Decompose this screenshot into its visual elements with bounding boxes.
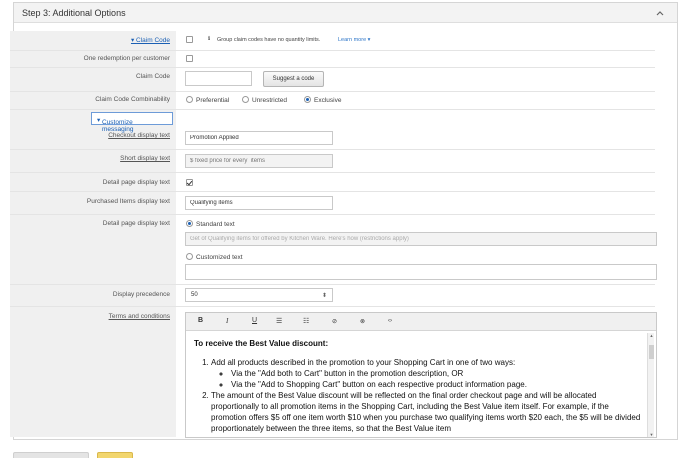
display-precedence-label: Display precedence: [112, 291, 170, 298]
claim-code-label: Claim Code: [136, 73, 170, 80]
radio-unrestricted[interactable]: [242, 96, 249, 103]
display-precedence-select[interactable]: 50 ⬍: [185, 288, 333, 302]
chevron-up-icon[interactable]: [655, 8, 665, 18]
terms-heading: To receive the Best Value discount:: [194, 339, 329, 348]
detail-page-display-label: Detail page display text: [102, 220, 170, 227]
combinability-label: Claim Code Combinability: [95, 96, 170, 103]
underline-button[interactable]: U: [252, 317, 257, 324]
short-display-input[interactable]: [185, 154, 333, 168]
bold-button[interactable]: B: [198, 317, 203, 324]
learn-more-link[interactable]: Learn more ▾: [338, 37, 370, 43]
divider: [10, 149, 655, 150]
editor-toolbar: B I U ☰ ☷ ⊘ ⊗ ‹›: [186, 313, 656, 331]
terms-subitem: Via the "Add both to Cart" button in the…: [231, 368, 644, 379]
link-icon[interactable]: ⊘: [332, 318, 337, 325]
customized-text-label: Customized text: [196, 254, 243, 261]
claim-code-checkbox[interactable]: [186, 36, 193, 43]
terms-editor[interactable]: B I U ☰ ☷ ⊘ ⊗ ‹› To receive the Best Val…: [185, 312, 657, 438]
standard-text-input: [185, 232, 657, 246]
divider: [10, 67, 655, 68]
ordered-list-icon[interactable]: ☰: [276, 317, 282, 325]
checkout-display-label: Checkout display text: [108, 132, 170, 139]
claim-code-toggle-label[interactable]: ▾ Claim Code: [10, 36, 170, 44]
divider: [10, 214, 655, 215]
customized-text-input[interactable]: [185, 264, 657, 280]
purchased-items-input[interactable]: [185, 196, 333, 210]
terms-item-1: Add all products described in the promot…: [211, 357, 644, 390]
customize-messaging-toggle[interactable]: ▾ Customize messaging: [91, 112, 173, 133]
editor-scrollbar[interactable]: ▲ ▼: [647, 333, 654, 437]
italic-button[interactable]: I: [226, 317, 228, 325]
footer-secondary-button[interactable]: [13, 452, 89, 458]
radio-customized-text[interactable]: [186, 253, 193, 260]
divider: [10, 284, 655, 285]
editor-content: To receive the Best Value discount: Add …: [194, 338, 644, 434]
scrollbar-thumb[interactable]: [649, 345, 654, 359]
panel-title: Step 3: Additional Options: [22, 8, 126, 18]
radio-exclusive[interactable]: [304, 96, 311, 103]
claim-code-info-icon: ℹ: [208, 36, 211, 42]
terms-subitem: Via the "Add to Shopping Cart" button on…: [231, 379, 644, 390]
divider: [10, 91, 655, 92]
unlink-icon[interactable]: ⊗: [360, 318, 365, 325]
code-icon[interactable]: ‹›: [388, 318, 392, 324]
checkout-display-input[interactable]: [185, 131, 333, 145]
standard-text-label: Standard text: [196, 221, 235, 228]
detail-page-text-checkbox[interactable]: [186, 179, 193, 186]
radio-preferential[interactable]: [186, 96, 193, 103]
one-redemption-checkbox[interactable]: [186, 55, 193, 62]
claim-code-note: Group claim codes have no quantity limit…: [217, 37, 321, 43]
terms-item-2: The amount of the Best Value discount wi…: [211, 390, 644, 434]
divider: [10, 306, 655, 307]
radio-preferential-label: Preferential: [196, 97, 230, 104]
radio-unrestricted-label: Unrestricted: [252, 97, 288, 104]
divider: [10, 109, 655, 110]
suggest-code-button[interactable]: Suggest a code: [263, 71, 324, 87]
display-precedence-value: 50: [191, 292, 198, 298]
one-redemption-label: One redemption per customer: [83, 55, 170, 62]
short-display-label: Short display text: [120, 155, 170, 162]
divider: [10, 191, 655, 192]
purchased-items-label: Purchased Items display text: [86, 198, 170, 205]
radio-standard-text[interactable]: [186, 220, 193, 227]
terms-label: Terms and conditions: [108, 313, 170, 320]
panel-header[interactable]: Step 3: Additional Options: [14, 3, 677, 23]
detail-page-text-label: Detail page display text: [102, 179, 170, 186]
unordered-list-icon[interactable]: ☷: [303, 317, 309, 325]
customize-messaging-label: ▾ Customize messaging: [97, 117, 134, 133]
select-arrow-icon: ⬍: [321, 293, 327, 299]
scroll-down-icon[interactable]: ▼: [648, 432, 655, 437]
divider: [10, 50, 655, 51]
radio-exclusive-label: Exclusive: [314, 97, 342, 104]
footer-primary-button[interactable]: [97, 452, 133, 458]
claim-code-input[interactable]: [185, 71, 252, 86]
divider: [10, 172, 655, 173]
scroll-up-icon[interactable]: ▲: [648, 333, 655, 338]
